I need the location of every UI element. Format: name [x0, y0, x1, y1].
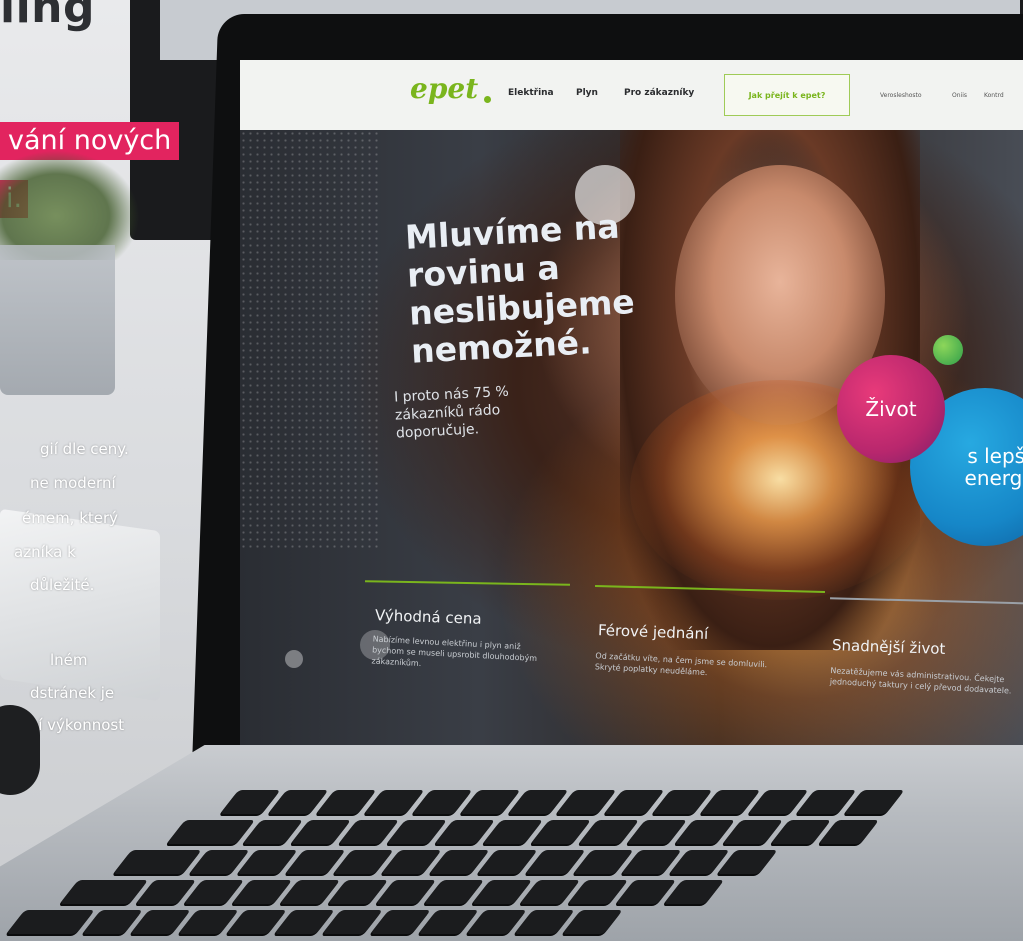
print-heading: ling — [0, 0, 95, 33]
print-body-line: ne moderní — [30, 474, 116, 492]
feature-title-ferove-jednani: Férové jednání — [597, 621, 709, 643]
hero-headline: Mluvíme na rovinu a neslibujeme nemožné. — [404, 206, 636, 371]
cta-button[interactable]: Jak přejít k epet? — [724, 74, 850, 116]
plant-leaves — [0, 150, 140, 260]
hero-subline: I proto nás 75 % zákazníků rádo doporuču… — [393, 383, 510, 442]
nav-small-link[interactable]: Kontrd — [984, 92, 1004, 99]
feature-title-snadnejsi-zivot: Snadnější život — [831, 636, 946, 658]
bubble-blue-label: s lepší energií — [964, 444, 1023, 490]
feature-divider — [364, 580, 571, 586]
nav-item-plyn[interactable]: Plyn — [576, 88, 598, 98]
dot-pattern — [240, 130, 380, 550]
green-bubble — [933, 335, 963, 365]
background-keyboard — [0, 508, 160, 702]
site-header: epet Elektřina Plyn Pro zákazníky Jak př… — [240, 60, 1023, 130]
feature-text: Od začátku víte, na čem jsme se domluvil… — [594, 651, 768, 678]
bubble-pink-label: Život — [865, 397, 917, 421]
feature-text: Nabízíme levnou elektřinu i plyn aniž by… — [371, 634, 538, 669]
hero-section: Mluvíme na rovinu a neslibujeme nemožné.… — [240, 130, 1023, 760]
plant-pot — [0, 245, 115, 395]
print-body-line: lném — [50, 651, 88, 669]
bubble-pink: Život — [837, 355, 945, 463]
print-body-line: dstránek je — [30, 684, 115, 702]
print-body-line: gií dle ceny. — [40, 440, 129, 458]
bokeh-light — [285, 650, 303, 668]
nav-small-link[interactable]: Oniis — [952, 92, 967, 99]
print-body-line: důležité. — [30, 576, 95, 594]
print-body-line: azníka k — [14, 543, 76, 561]
feature-title-vyhodna-cena: Výhodná cena — [374, 606, 482, 628]
keyboard-key — [112, 850, 202, 874]
nav-item-pro-zakazniky[interactable]: Pro zákazníky — [624, 88, 694, 98]
site-logo[interactable]: epet — [410, 72, 478, 105]
laptop-keyboard — [1, 790, 1023, 940]
print-body-line: émem, který — [22, 509, 119, 527]
keyboard-key — [166, 820, 256, 844]
computer-mouse — [0, 705, 40, 795]
nav-item-elektrina[interactable]: Elektřina — [508, 88, 554, 98]
nav-small-link[interactable]: Verosleshosto — [880, 92, 922, 99]
keyboard-key — [59, 880, 149, 904]
laptop-screen: epet Elektřina Plyn Pro zákazníky Jak př… — [240, 60, 1023, 760]
logo-dot-icon — [484, 96, 491, 103]
feature-text: Nezatěžujeme vás administrativou. Čekejt… — [829, 666, 1012, 696]
